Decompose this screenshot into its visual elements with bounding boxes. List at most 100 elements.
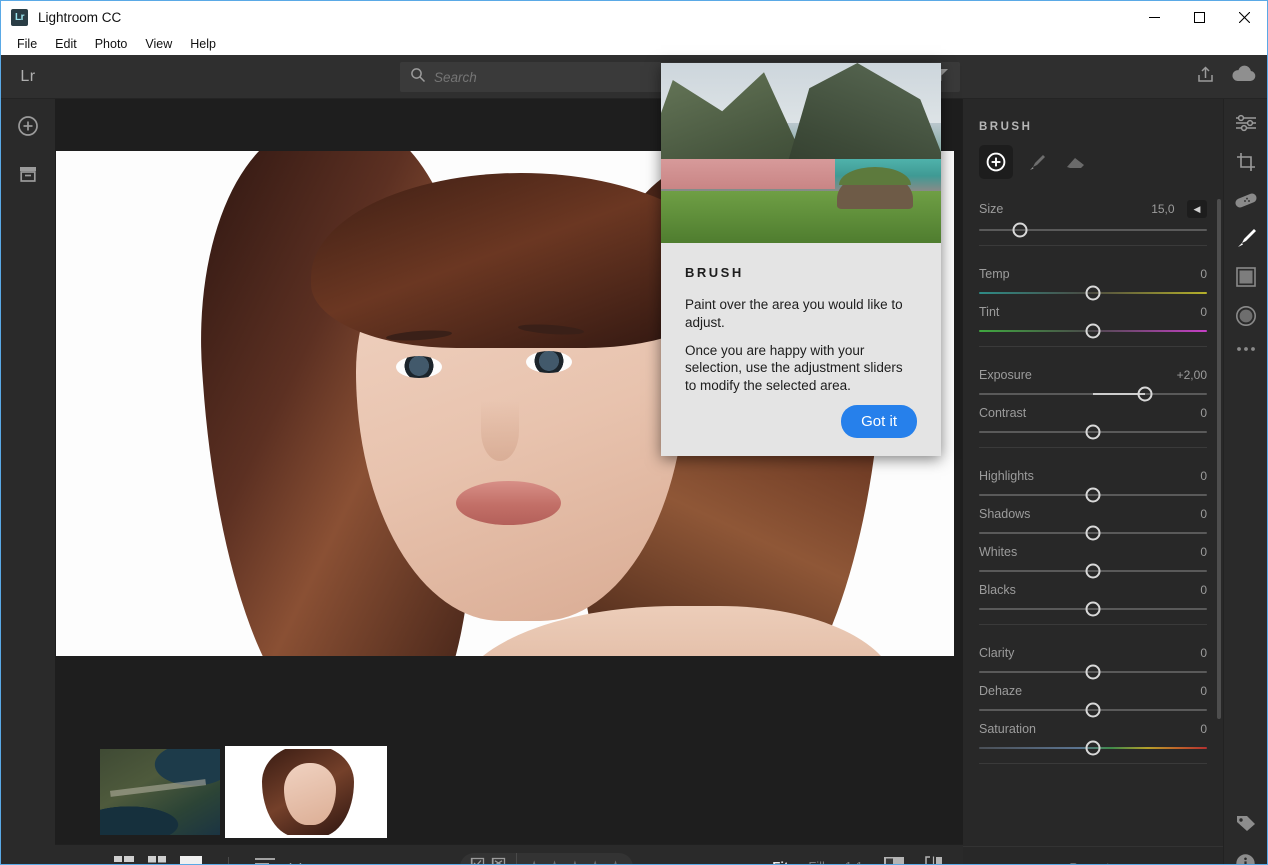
menu-file[interactable]: File [9,35,45,53]
slider-blacks-knob[interactable] [1085,601,1101,617]
presets-button[interactable]: Presets [963,846,1223,864]
brush-panel: BRUSH Size 15,0 ◀ Temp 0 Tint 0 Exposure… [963,99,1223,864]
menu-help[interactable]: Help [182,35,224,53]
slider-contrast[interactable]: Contrast 0 [979,397,1207,440]
star-4[interactable]: ★ [588,857,602,865]
slider-whites-track[interactable] [979,563,1207,579]
got-it-button[interactable]: Got it [841,405,917,439]
menu-edit[interactable]: Edit [47,35,85,53]
star-3[interactable]: ★ [568,857,582,865]
panel-scrollbar[interactable] [1217,199,1221,719]
slider-blacks-track[interactable] [979,601,1207,617]
menu-photo[interactable]: Photo [87,35,136,53]
share-export-icon[interactable] [1196,65,1215,89]
zoom-1to1-button[interactable]: 1:1 [845,859,863,864]
slider-blacks[interactable]: Blacks 0 [979,574,1207,617]
slider-temp-track[interactable] [979,285,1207,301]
before-after-icon[interactable] [883,856,905,864]
grid-square-icon[interactable] [148,856,166,864]
slider-tint-label: Tint [979,305,1000,320]
tag-icon[interactable] [1235,813,1257,833]
star-5[interactable]: ★ [608,857,622,865]
slider-saturation[interactable]: Saturation 0 [979,713,1207,756]
edit-sliders-tool[interactable] [1235,113,1257,133]
chevron-left-icon[interactable]: ◀ [1187,200,1207,218]
panel-divider-3 [979,447,1207,449]
grid-detail-icon[interactable] [114,856,134,864]
slider-exposure-track[interactable] [979,386,1207,402]
brush-erase-tool[interactable] [1059,145,1093,179]
coachmark-body: BRUSH Paint over the area you would like… [661,243,941,457]
slider-shadows[interactable]: Shadows 0 [979,498,1207,541]
flag-group [460,853,516,864]
slider-size[interactable]: Size 15,0 ◀ [979,191,1207,238]
flag-pick-icon[interactable] [470,857,485,864]
view-mode-group [114,856,302,864]
add-photos-button[interactable] [17,115,39,142]
slider-saturation-track[interactable] [979,740,1207,756]
split-view-icon[interactable] [925,855,943,864]
slider-shadows-track[interactable] [979,525,1207,541]
sort-lines-icon[interactable] [255,857,275,864]
star-2[interactable]: ★ [547,857,561,865]
slider-highlights[interactable]: Highlights 0 [979,460,1207,503]
menu-view[interactable]: View [137,35,180,53]
slider-whites[interactable]: Whites 0 [979,536,1207,579]
zoom-fit-button[interactable]: Fit [772,859,788,864]
slider-tint-track[interactable] [979,323,1207,339]
single-photo-icon[interactable] [180,856,202,864]
slider-clarity-track[interactable] [979,664,1207,680]
slider-dehaze-track[interactable] [979,702,1207,718]
topbar-actions [1196,65,1257,89]
slider-tint-value: 0 [1200,305,1207,320]
slider-contrast-track[interactable] [979,424,1207,440]
slider-highlights-track[interactable] [979,487,1207,503]
window-controls [1132,1,1267,33]
slider-temp[interactable]: Temp 0 [979,258,1207,301]
slider-size-knob[interactable] [1012,222,1028,238]
panel-divider-4 [979,624,1207,626]
brush-panel-scroll: BRUSH Size 15,0 ◀ Temp 0 Tint 0 Exposure… [963,99,1223,846]
cloud-sync-icon[interactable] [1231,65,1257,88]
healing-bandage-tool[interactable] [1234,191,1258,209]
brush-tool-row [979,145,1207,191]
window-title: Lightroom CC [38,9,122,25]
albums-button[interactable] [18,164,38,189]
slider-tint-knob[interactable] [1085,323,1101,339]
star-1[interactable]: ★ [527,857,541,865]
slider-saturation-knob[interactable] [1085,740,1101,756]
zoom-fill-button[interactable]: Fill [808,859,825,864]
slider-contrast-knob[interactable] [1085,424,1101,440]
slider-highlights-label: Highlights [979,469,1034,484]
linear-gradient-tool[interactable] [1235,267,1257,287]
thumbnail-portrait-woman[interactable] [225,745,387,838]
brush-tool[interactable] [1235,227,1257,249]
close-button[interactable] [1222,1,1267,33]
slider-temp-label: Temp [979,267,1010,282]
slider-clarity-label: Clarity [979,646,1015,661]
thumbnail-aerial-landscape[interactable] [100,748,220,835]
maximize-button[interactable] [1177,1,1222,33]
fjord-landscape-thumbnail [661,63,941,243]
slider-clarity[interactable]: Clarity 0 [979,637,1207,680]
app-logo[interactable]: Lr [1,68,55,86]
slider-tint[interactable]: Tint 0 [979,296,1207,339]
toolbar-divider [228,856,229,864]
info-circle-icon[interactable] [1235,853,1256,864]
chevron-down-icon[interactable] [289,858,302,864]
slider-dehaze[interactable]: Dehaze 0 [979,675,1207,718]
color-group: Temp 0 Tint 0 [979,258,1207,339]
brush-paint-tool[interactable] [1019,145,1053,179]
flag-reject-icon[interactable] [491,857,506,864]
lr-logo-icon: Lr [11,8,28,26]
slider-contrast-label: Contrast [979,406,1027,421]
minimize-button[interactable] [1132,1,1177,33]
filmstrip [55,739,963,844]
crop-rotate-tool[interactable] [1235,151,1257,173]
more-options[interactable] [1235,345,1257,353]
lightroom-window: Lr Lightroom CC File Edit Photo View Hel… [0,0,1268,865]
slider-size-track[interactable] [979,222,1207,238]
slider-exposure[interactable]: Exposure +2,00 [979,359,1207,402]
brush-add-tool[interactable] [979,145,1013,179]
radial-gradient-tool[interactable] [1235,305,1257,327]
